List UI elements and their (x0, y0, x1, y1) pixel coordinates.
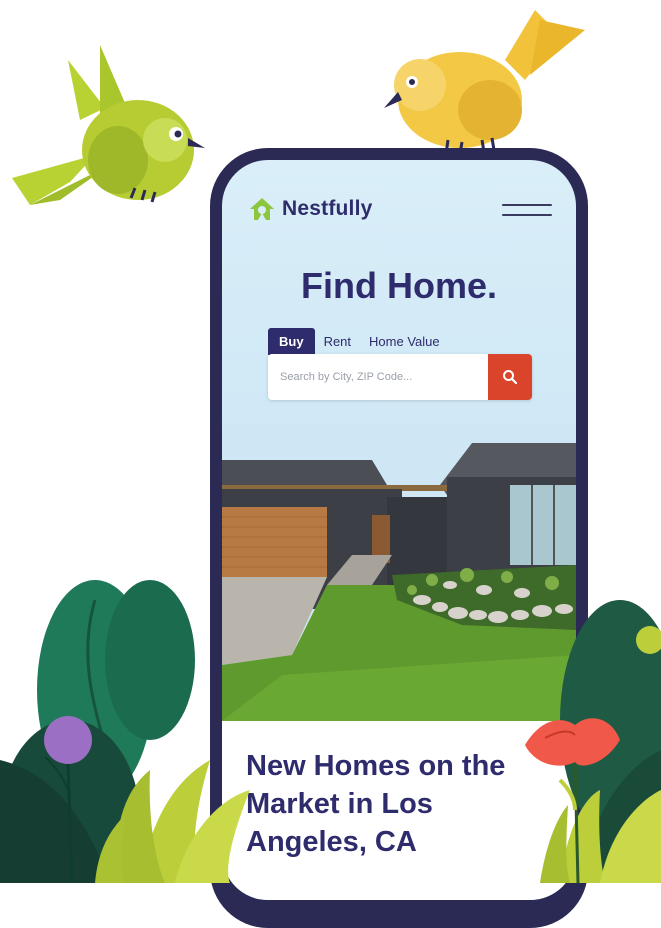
search-bar (268, 354, 532, 400)
hamburger-icon[interactable] (502, 204, 552, 218)
search-button[interactable] (488, 354, 532, 400)
logo[interactable]: Nestfully (248, 196, 373, 222)
green-bird-illustration (12, 45, 205, 205)
hero-title: Find Home. (301, 265, 497, 306)
tab-rent[interactable]: Rent (315, 328, 360, 355)
yellow-bird-illustration (384, 10, 585, 155)
app-header: Nestfully (222, 160, 576, 260)
house-logo-icon (250, 198, 274, 220)
search-input[interactable] (268, 354, 478, 400)
house-photo (222, 425, 576, 721)
brand-name: Nestfully (282, 197, 373, 220)
tab-buy[interactable]: Buy (268, 328, 315, 355)
listing-section-title: New Homes on the Market in Los Angeles, … (246, 750, 506, 858)
search-icon (503, 370, 518, 385)
scene: Nestfully Find Home. Buy Rent Home Value (0, 0, 661, 928)
tab-home-value[interactable]: Home Value (360, 328, 449, 355)
listing-card: New Homes on the Market in Los Angeles, … (222, 721, 576, 900)
search-tabs: Buy Rent Home Value (268, 328, 449, 355)
phone-screen: Nestfully Find Home. Buy Rent Home Value (222, 160, 576, 900)
